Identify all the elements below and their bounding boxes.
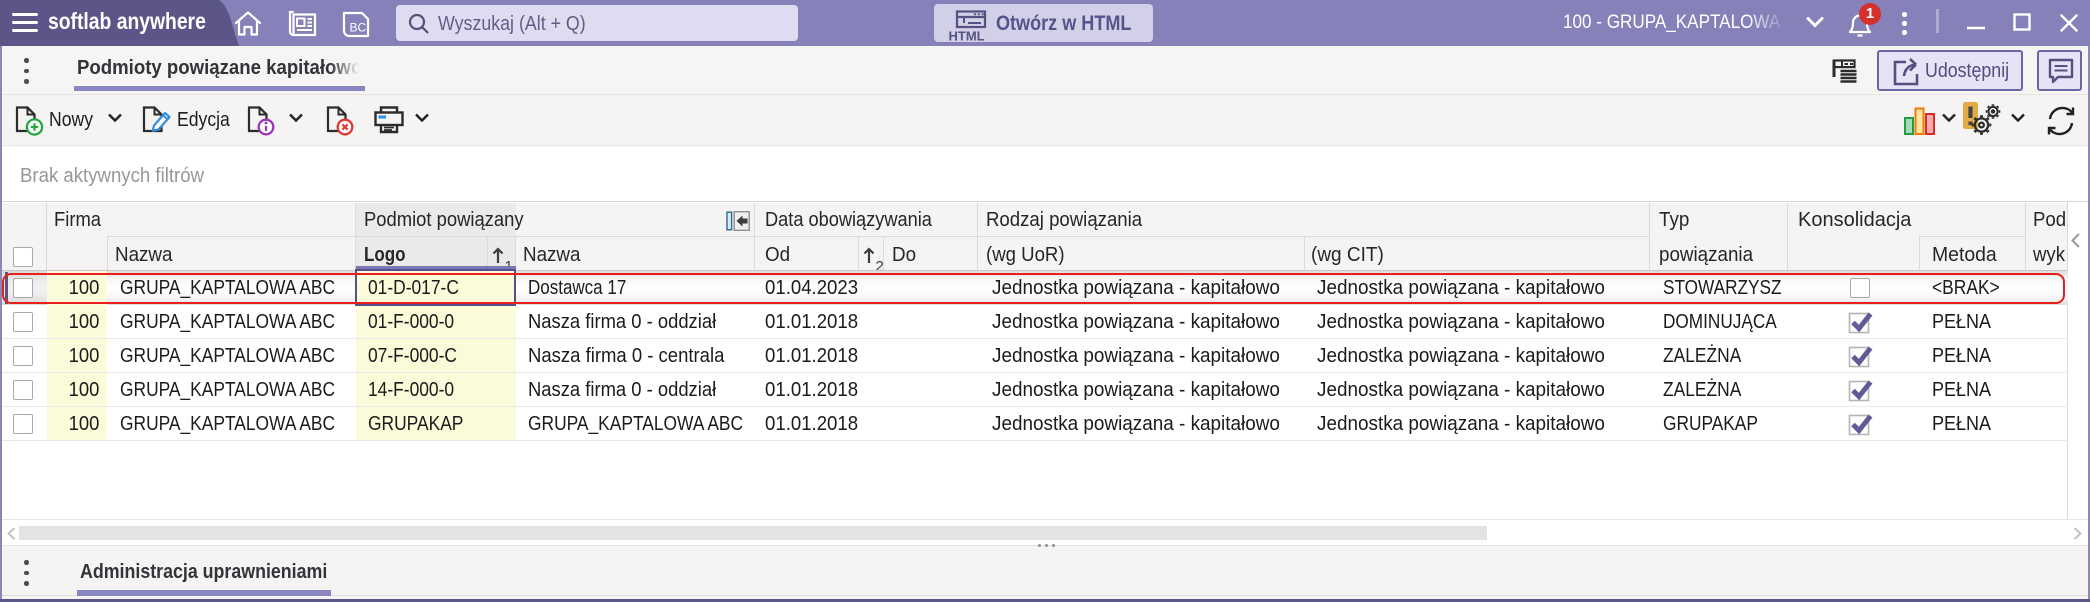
svg-text:BC: BC <box>350 21 367 35</box>
svg-text:HTML: HTML <box>949 29 985 44</box>
